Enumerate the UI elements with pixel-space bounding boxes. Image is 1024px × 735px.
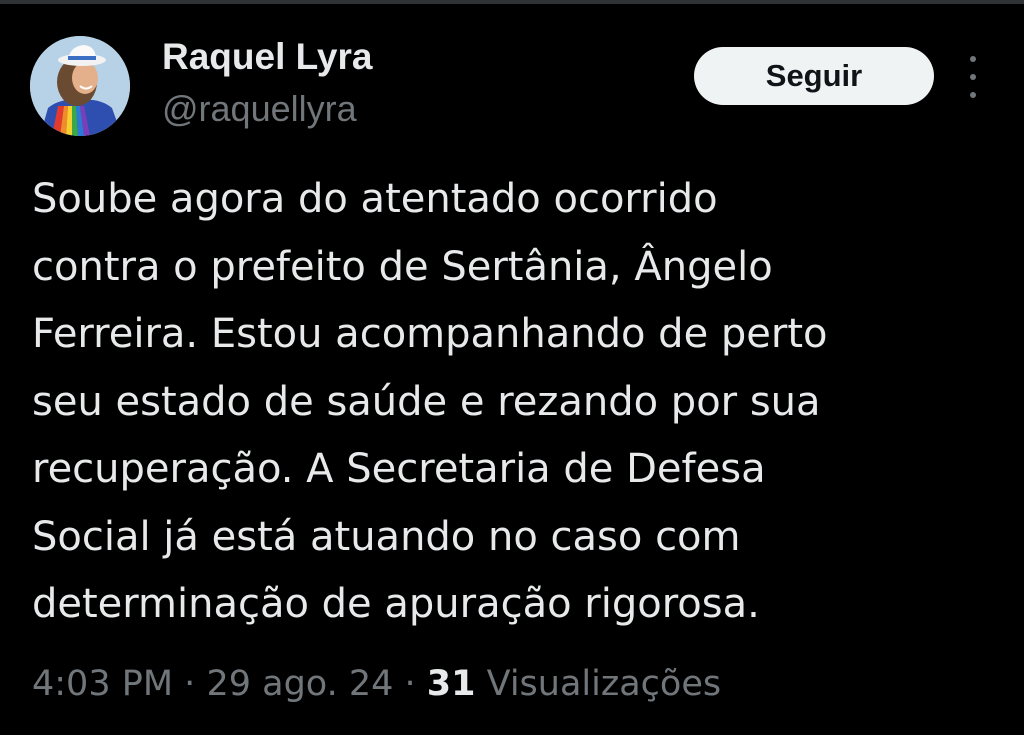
views-count: 31: [426, 664, 476, 704]
profile-photo-icon: [30, 36, 130, 136]
tweet-text-line: Ferreira. Estou acompanhando de perto: [32, 311, 828, 357]
tweet-text-line: determinação de apuração rigorosa.: [32, 581, 760, 627]
tweet-text: Soube agora do atentado ocorrido contra …: [32, 166, 1002, 639]
meta-separator: ·: [404, 664, 416, 704]
tweet-text-line: recuperação. A Secretaria de Defesa: [32, 446, 766, 492]
more-dot: [970, 92, 976, 98]
avatar[interactable]: [30, 36, 130, 136]
more-options-icon[interactable]: [960, 56, 986, 98]
tweet-text-line: Social já está atuando no caso com: [32, 513, 741, 560]
more-dot: [970, 74, 976, 80]
tweet: Raquel Lyra @raquellyra Seguir Soube ago…: [0, 0, 1024, 735]
views-label: Visualizações: [486, 664, 722, 704]
more-dot: [970, 56, 976, 62]
tweet-time[interactable]: 4:03 PM: [32, 664, 173, 704]
tweet-text-line: Soube agora do atentado ocorrido: [32, 176, 718, 222]
author-handle[interactable]: @raquellyra: [162, 88, 357, 130]
author-display-name[interactable]: Raquel Lyra: [162, 36, 372, 78]
tweet-text-line: seu estado de saúde e rezando por sua: [32, 378, 821, 425]
tweet-meta: 4:03 PM · 29 ago. 24 · 31 Visualizações: [32, 664, 721, 704]
tweet-text-line: contra o prefeito de Sertânia, Ângelo: [32, 243, 773, 290]
tweet-date[interactable]: 29 ago. 24: [206, 664, 393, 704]
meta-separator: ·: [184, 664, 196, 704]
follow-button[interactable]: Seguir: [694, 47, 934, 105]
